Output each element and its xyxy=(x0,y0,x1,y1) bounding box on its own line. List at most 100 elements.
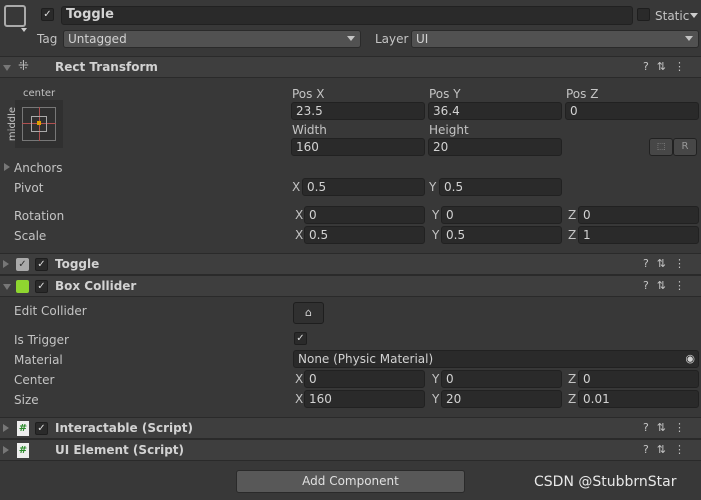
axis-z-label: Z xyxy=(568,228,577,242)
edit-collider-button[interactable]: ⌂ xyxy=(293,302,324,324)
axis-x-label: X xyxy=(295,208,304,222)
height-field[interactable]: 20 xyxy=(428,138,562,156)
axis-y-label: Y xyxy=(432,392,440,406)
script-icon: # xyxy=(17,421,29,436)
tag-label: Tag xyxy=(37,32,58,46)
component-header-icons[interactable]: ?⇅⋮ xyxy=(643,421,693,434)
pos-y-field[interactable]: 36.4 xyxy=(428,102,562,120)
icon-dropdown-arrow[interactable] xyxy=(21,28,27,32)
foldout-collapsed-icon[interactable] xyxy=(3,446,9,454)
pos-x-label: Pos X xyxy=(292,87,325,101)
axis-x-label: X xyxy=(295,228,304,242)
material-field[interactable]: None (Physic Material) ◉ xyxy=(293,350,699,368)
foldout-collapsed-icon[interactable] xyxy=(3,424,9,432)
pivot-dot xyxy=(37,121,41,125)
interactable-script-header[interactable]: # ✓ Interactable (Script) ?⇅⋮ xyxy=(0,417,701,439)
rotation-z-field[interactable]: 0 xyxy=(578,206,699,224)
script-icon: # xyxy=(17,443,29,458)
raw-edit-button[interactable]: R xyxy=(673,138,697,156)
axis-y-label: Y xyxy=(429,180,437,194)
box-collider-header[interactable]: ✓ Box Collider ?⇅⋮ xyxy=(0,275,701,297)
layer-dropdown[interactable]: UI xyxy=(411,30,699,48)
material-value: None (Physic Material) xyxy=(298,352,434,366)
size-label: Size xyxy=(14,393,39,407)
component-enabled-checkbox[interactable]: ✓ xyxy=(35,258,48,271)
ui-element-script-header[interactable]: # UI Element (Script) ?⇅⋮ xyxy=(0,439,701,461)
rotation-y-field[interactable]: 0 xyxy=(441,206,562,224)
height-label: Height xyxy=(429,123,469,137)
size-x-field[interactable]: 160 xyxy=(304,390,425,408)
scale-z-field[interactable]: 1 xyxy=(578,226,699,244)
rect-transform-icon: ⁜ xyxy=(18,59,29,74)
pos-z-label: Pos Z xyxy=(566,87,599,101)
static-checkbox[interactable] xyxy=(637,8,650,21)
pos-x-field[interactable]: 23.5 xyxy=(291,102,425,120)
pivot-label: Pivot xyxy=(14,181,44,195)
tag-dropdown[interactable]: Untagged xyxy=(63,30,361,48)
name-field[interactable]: Toggle xyxy=(61,6,633,25)
pivot-x-field[interactable]: 0.5 xyxy=(302,178,425,196)
scale-y-field[interactable]: 0.5 xyxy=(441,226,562,244)
axis-y-label: Y xyxy=(432,208,440,222)
pos-z-field[interactable]: 0 xyxy=(565,102,699,120)
anchors-foldout-icon[interactable] xyxy=(4,163,10,171)
material-label: Material xyxy=(14,353,63,367)
edit-collider-label: Edit Collider xyxy=(14,304,87,318)
size-z-field[interactable]: 0.01 xyxy=(578,390,699,408)
width-field[interactable]: 160 xyxy=(291,138,425,156)
rect-transform-header[interactable]: ⁜ Rect Transform ?⇅⋮ xyxy=(0,56,701,78)
axis-y-label: Y xyxy=(432,372,440,386)
pos-y-label: Pos Y xyxy=(429,87,461,101)
tag-value: Untagged xyxy=(68,32,127,46)
pivot-y-field[interactable]: 0.5 xyxy=(439,178,562,196)
layer-value: UI xyxy=(416,32,429,46)
component-title: Rect Transform xyxy=(55,60,158,74)
axis-x-label: X xyxy=(295,392,304,406)
component-header-icons[interactable]: ?⇅⋮ xyxy=(643,60,693,73)
box-collider-icon xyxy=(16,280,29,293)
axis-x-label: X xyxy=(295,372,304,386)
component-enabled-checkbox[interactable]: ✓ xyxy=(35,280,48,293)
toggle-icon: ✓ xyxy=(16,258,29,271)
layer-label: Layer xyxy=(375,32,409,46)
component-header-icons[interactable]: ?⇅⋮ xyxy=(643,257,693,270)
chevron-down-icon xyxy=(347,36,355,41)
static-dropdown-icon[interactable] xyxy=(690,13,698,18)
component-title: UI Element (Script) xyxy=(55,443,185,457)
is-trigger-label: Is Trigger xyxy=(14,333,69,347)
watermark: CSDN @StubbrnStar xyxy=(534,474,677,490)
axis-z-label: Z xyxy=(568,208,577,222)
center-y-field[interactable]: 0 xyxy=(441,370,562,388)
center-x-field[interactable]: 0 xyxy=(304,370,425,388)
is-trigger-checkbox[interactable]: ✓ xyxy=(294,332,307,345)
gameobject-icon[interactable] xyxy=(4,5,26,27)
anchor-presets-button[interactable] xyxy=(15,100,63,148)
size-y-field[interactable]: 20 xyxy=(441,390,562,408)
foldout-expanded-icon[interactable] xyxy=(3,284,11,290)
foldout-collapsed-icon[interactable] xyxy=(3,260,9,268)
anchors-label[interactable]: Anchors xyxy=(14,160,63,176)
foldout-expanded-icon[interactable] xyxy=(3,65,11,71)
center-label: Center xyxy=(14,373,55,387)
object-picker-icon[interactable]: ◉ xyxy=(685,351,695,367)
axis-x-label: X xyxy=(292,180,301,194)
static-label[interactable]: Static xyxy=(655,8,689,24)
rotation-x-field[interactable]: 0 xyxy=(304,206,425,224)
center-z-field[interactable]: 0 xyxy=(578,370,699,388)
component-title: Box Collider xyxy=(55,279,137,293)
component-header-icons[interactable]: ?⇅⋮ xyxy=(643,443,693,456)
component-header-icons[interactable]: ?⇅⋮ xyxy=(643,279,693,292)
active-checkbox[interactable]: ✓ xyxy=(41,8,54,21)
add-component-button[interactable]: Add Component xyxy=(236,470,465,493)
axis-z-label: Z xyxy=(568,392,577,406)
chevron-down-icon xyxy=(685,36,693,41)
axis-y-label: Y xyxy=(432,228,440,242)
rotation-label: Rotation xyxy=(14,209,65,223)
component-enabled-checkbox[interactable]: ✓ xyxy=(35,422,48,435)
blueprint-mode-button[interactable]: ⬚ xyxy=(649,138,673,156)
axis-z-label: Z xyxy=(568,372,577,386)
component-title: Interactable (Script) xyxy=(55,421,193,435)
scale-x-field[interactable]: 0.5 xyxy=(304,226,425,244)
toggle-component-header[interactable]: ✓ ✓ Toggle ?⇅⋮ xyxy=(0,253,701,275)
scale-label: Scale xyxy=(14,229,47,243)
